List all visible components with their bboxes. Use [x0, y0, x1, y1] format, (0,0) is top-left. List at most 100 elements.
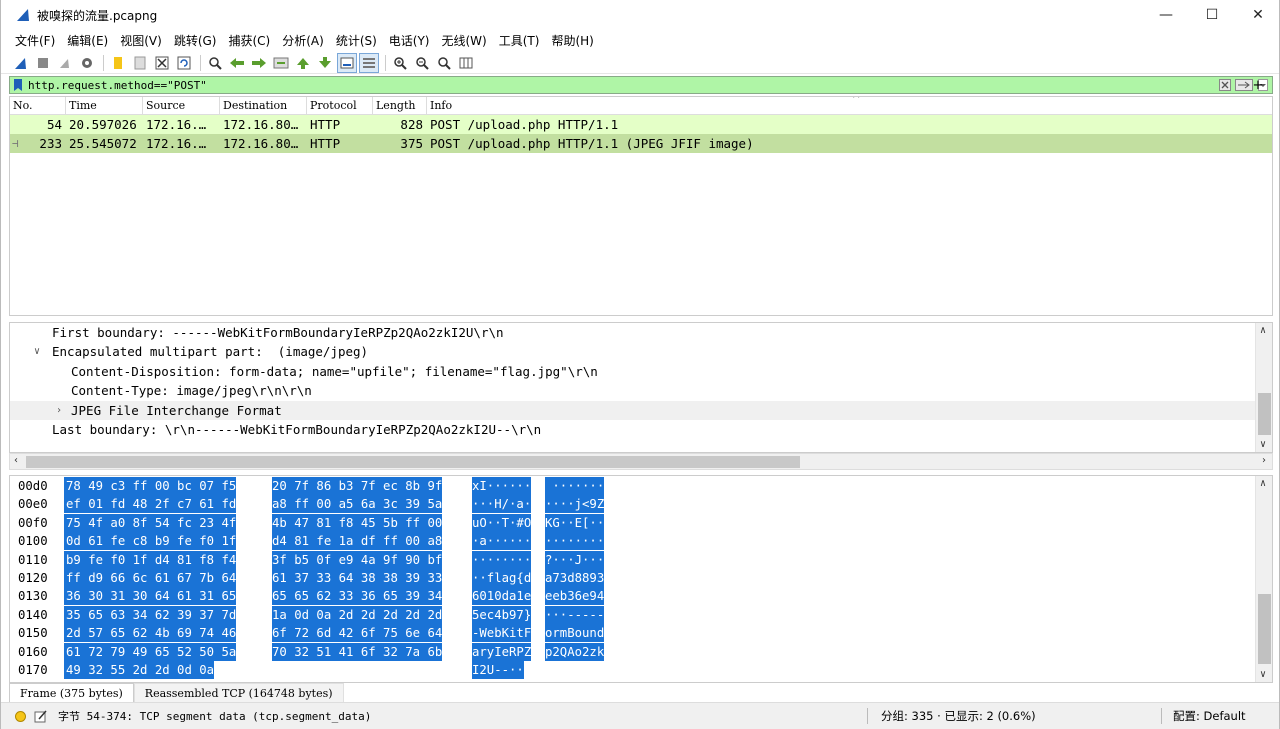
scrollbar-thumb[interactable] — [26, 456, 800, 468]
menu-statistics[interactable]: 统计(S) — [330, 30, 383, 52]
hex-bytes: b9 fe f0 1f d4 81 f8 f4 — [64, 550, 237, 569]
scroll-down-icon[interactable]: ∨ — [1260, 669, 1266, 680]
edit-comment-icon[interactable] — [34, 709, 48, 723]
ascii-bytes: ·a······ — [472, 532, 532, 551]
reload-file-icon[interactable] — [174, 53, 194, 73]
status-profile[interactable]: 配置: Default — [1173, 708, 1246, 724]
detail-jpeg-format[interactable]: › JPEG File Interchange Format — [10, 400, 1272, 420]
hex-bytes: 3f b5 0f e9 4a 9f 90 bf — [272, 550, 443, 569]
go-last-icon[interactable] — [315, 53, 335, 73]
details-horizontal-scrollbar[interactable]: ‹ › — [9, 453, 1273, 470]
packet-bytes-pane: 00d0 78 49 c3 ff 00 bc 07 f5 20 7f 86 b3 7… — [9, 475, 1273, 683]
detail-text: First boundary: ------WebKitFormBoundary… — [52, 325, 504, 340]
detail-encapsulated-part[interactable]: ∨ Encapsulated multipart part: (image/jpe… — [10, 342, 1272, 361]
minimize-button[interactable]: — — [1143, 0, 1189, 30]
hex-offset: 0100 — [18, 534, 48, 549]
packet-info: POST /upload.php HTTP/1.1 — [430, 117, 619, 132]
stop-capture-icon[interactable] — [33, 53, 53, 73]
column-time[interactable]: Time — [66, 97, 143, 114]
go-back-icon[interactable] — [227, 53, 247, 73]
column-info[interactable]: Info — [427, 97, 1272, 114]
column-destination[interactable]: Destination — [220, 97, 307, 114]
scroll-down-icon[interactable]: ∨ — [1260, 439, 1266, 450]
go-first-icon[interactable] — [293, 53, 313, 73]
ascii-bytes: eeb36e94 — [545, 587, 605, 606]
ascii-bytes: ···H/·a· — [472, 495, 532, 514]
bookmark-icon[interactable] — [12, 78, 24, 92]
toolbar-separator — [385, 54, 386, 71]
open-file-icon[interactable] — [108, 53, 128, 73]
scrollbar-thumb[interactable] — [1258, 393, 1271, 435]
capture-options-icon[interactable] — [77, 53, 97, 73]
wireshark-fin-icon — [17, 9, 29, 21]
bytes-vertical-scrollbar[interactable]: ∧ ∨ — [1255, 476, 1272, 682]
chevron-down-icon[interactable]: ∨ — [34, 342, 40, 361]
go-forward-icon[interactable] — [249, 53, 269, 73]
hex-bytes: 49 32 55 2d 2d 0d 0a — [64, 661, 215, 679]
column-source[interactable]: Source — [143, 97, 220, 114]
display-filter-input[interactable] — [24, 77, 1218, 93]
status-packet-counts: 分组: 335 · 已显示: 2 (0.6%) — [881, 709, 1036, 723]
detail-text: Last boundary: \r\n------WebKitFormBound… — [52, 421, 542, 437]
menu-capture[interactable]: 捕获(C) — [222, 30, 276, 52]
menu-edit[interactable]: 编辑(E) — [61, 30, 114, 52]
menu-tools[interactable]: 工具(T) — [493, 30, 546, 52]
hex-offset: 0130 — [18, 589, 48, 604]
close-button[interactable]: ✕ — [1235, 0, 1279, 30]
details-vertical-scrollbar[interactable]: ∧ ∨ — [1255, 323, 1272, 452]
scrollbar-thumb[interactable] — [1258, 594, 1271, 664]
hex-bytes: ff d9 66 6c 61 67 7b 64 — [64, 569, 237, 587]
detail-text: Content-Disposition: form-data; name="up… — [71, 363, 598, 379]
menu-wireless[interactable]: 无线(W) — [436, 30, 493, 52]
packet-protocol: HTTP — [310, 136, 341, 151]
menu-file[interactable]: 文件(F) — [9, 30, 61, 52]
zoom-normal-icon[interactable] — [434, 53, 454, 73]
autoscroll-icon[interactable] — [337, 52, 357, 73]
ascii-bytes: ······· — [545, 477, 605, 495]
find-packet-icon[interactable] — [205, 53, 225, 73]
tab-reassembled-tcp[interactable]: Reassembled TCP (164748 bytes) — [133, 683, 344, 702]
menu-telephony[interactable]: 电话(Y) — [383, 30, 436, 52]
ascii-bytes: KG··E[·· — [545, 513, 605, 532]
resize-columns-icon[interactable] — [456, 53, 476, 73]
ascii-bytes: p2QAo2zk — [545, 642, 605, 661]
scroll-left-icon[interactable]: ‹ — [14, 455, 18, 466]
detail-last-boundary[interactable]: Last boundary: \r\n------WebKitFormBound… — [10, 420, 1272, 439]
scroll-right-icon[interactable]: › — [1262, 455, 1266, 466]
packet-row-selected[interactable]: ⊣ 233 25.545072 172.16.… 172.16.80… HTTP… — [10, 134, 1272, 153]
start-capture-icon[interactable] — [11, 53, 31, 73]
packet-row[interactable]: 54 20.597026 172.16.… 172.16.80… HTTP 82… — [10, 115, 1272, 134]
tab-frame[interactable]: Frame (375 bytes) — [9, 683, 134, 702]
detail-content-type[interactable]: Content-Type: image/jpeg\r\n\r\n — [10, 381, 1272, 400]
save-file-icon[interactable] — [130, 53, 150, 73]
menu-help[interactable]: 帮助(H) — [545, 30, 599, 52]
status-field-info: 字节 54-374: TCP segment data (tcp.segment… — [58, 710, 372, 723]
window-title: 被嗅探的流量.pcapng — [37, 8, 158, 23]
colorize-icon[interactable] — [359, 52, 379, 73]
zoom-in-icon[interactable] — [390, 53, 410, 73]
ascii-bytes: ········ — [472, 550, 532, 569]
chevron-right-icon[interactable]: › — [56, 401, 62, 420]
column-no[interactable]: No. — [10, 97, 66, 114]
menu-go[interactable]: 跳转(G) — [168, 30, 223, 52]
zoom-out-icon[interactable] — [412, 53, 432, 73]
scroll-up-icon[interactable]: ∧ — [1260, 478, 1266, 489]
packet-list-header: No. Time Source Destination Protocol Len… — [10, 97, 1272, 115]
column-protocol[interactable]: Protocol — [307, 97, 373, 114]
restart-capture-icon[interactable] — [55, 53, 75, 73]
maximize-button[interactable]: ☐ — [1189, 0, 1235, 30]
hex-bytes: 70 32 51 41 6f 32 7a 6b — [272, 642, 443, 661]
go-to-packet-icon[interactable] — [271, 53, 291, 73]
column-length[interactable]: Length — [373, 97, 427, 114]
scroll-up-icon[interactable]: ∧ — [1260, 325, 1266, 336]
expert-info-icon[interactable] — [15, 710, 26, 722]
add-filter-button[interactable]: + — [1251, 76, 1265, 94]
menu-analyze[interactable]: 分析(A) — [276, 30, 330, 52]
hex-offset: 0110 — [18, 552, 48, 567]
ascii-bytes: I2U--·· — [472, 661, 524, 679]
clear-filter-icon[interactable] — [1218, 78, 1232, 92]
detail-content-disposition[interactable]: Content-Disposition: form-data; name="up… — [10, 362, 1272, 381]
menu-view[interactable]: 视图(V) — [114, 30, 168, 52]
close-file-icon[interactable] — [152, 53, 172, 73]
detail-first-boundary[interactable]: First boundary: ------WebKitFormBoundary… — [10, 323, 1272, 342]
